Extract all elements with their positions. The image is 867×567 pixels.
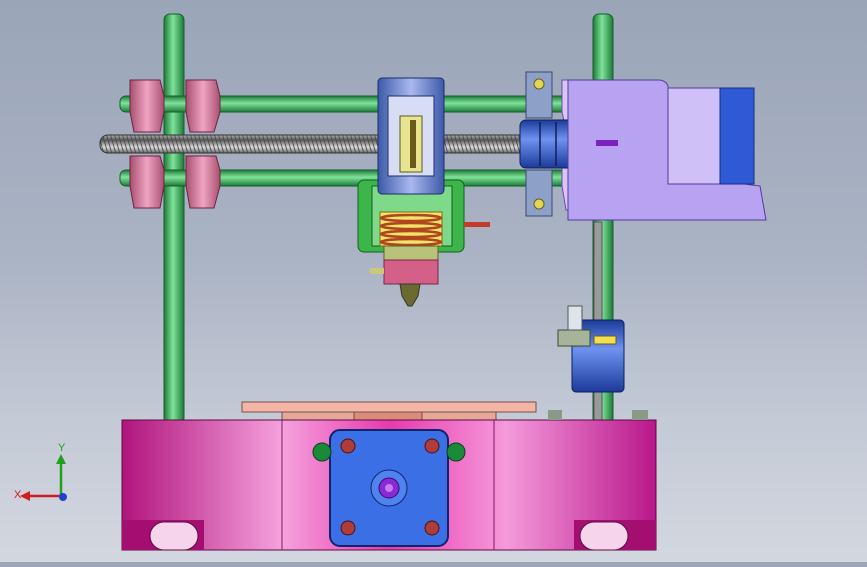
y-axis-label: Y [58, 442, 66, 454]
cad-viewport[interactable]: Y X [0, 0, 867, 562]
x-axis-arrow [20, 491, 61, 501]
printer-model [99, 13, 767, 551]
hotend-assembly [357, 179, 490, 307]
x-lead-screw [99, 134, 531, 154]
axis-triad: Y X [14, 442, 67, 501]
heater-block [383, 259, 439, 285]
x-axis-label: X [14, 489, 22, 501]
x-carriage [377, 77, 445, 195]
z-lead-screw [557, 221, 625, 423]
z-stepper-motor [312, 429, 466, 547]
build-plate [241, 401, 537, 423]
z-axis-dot [59, 493, 67, 501]
x-motor-mount [567, 79, 767, 221]
y-axis-arrow [56, 454, 66, 496]
